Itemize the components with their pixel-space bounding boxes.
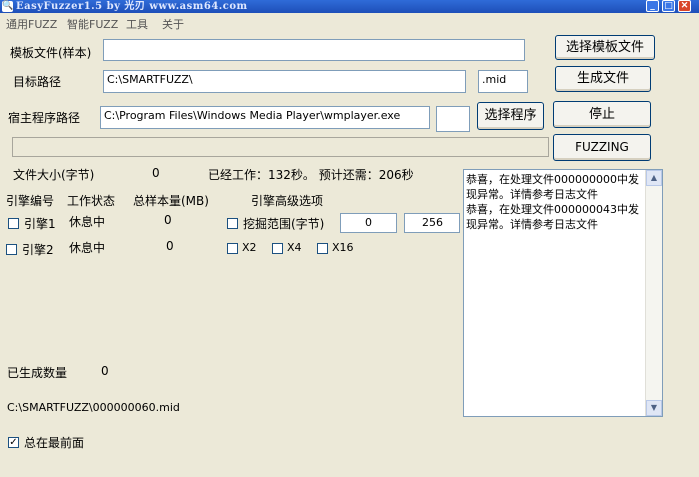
log-output[interactable]: 恭喜，在处理文件000000000中发 现异常。详情参考日志文件 恭喜，在处理文…	[463, 169, 663, 417]
engine2-label: 引擎2	[22, 243, 54, 257]
log-scrollbar[interactable]: ▲ ▼	[645, 170, 662, 416]
generated-count-value: 0	[101, 364, 109, 378]
current-file-path: C:\SMARTFUZZ\000000060.mid	[7, 401, 180, 414]
always-on-top-label: 总在最前面	[24, 436, 85, 450]
range-from-input[interactable]: 0	[340, 213, 397, 233]
engine1-status: 休息中	[69, 215, 106, 229]
engine-status-header: 工作状态	[67, 194, 116, 208]
minimize-button[interactable]: _	[646, 0, 659, 12]
engine1-count: 0	[164, 213, 172, 227]
menu-tools[interactable]: 工具	[126, 16, 148, 32]
stop-button[interactable]: 停止	[553, 101, 651, 128]
file-size-value: 0	[152, 166, 160, 180]
generated-count-label: 已生成数量	[7, 366, 68, 380]
x16-label: X16	[332, 241, 354, 254]
target-path-input[interactable]: C:\SMARTFUZZ\	[103, 70, 466, 93]
select-program-button[interactable]: 选择程序	[477, 102, 544, 130]
work-time-status: 已经工作：132秒。 预计还需：206秒	[208, 168, 414, 182]
host-program-label: 宿主程序路径	[8, 111, 81, 125]
engine2-status: 休息中	[69, 241, 106, 255]
progress-bar	[12, 137, 549, 157]
x16-checkbox[interactable]	[317, 243, 328, 254]
template-label: 模板文件(样本)	[10, 46, 92, 60]
title-bar: 🔍 EasyFuzzer1.5 by 光刃 www.asm64.com _ □ …	[0, 0, 699, 13]
scroll-up-icon[interactable]: ▲	[646, 170, 662, 186]
file-size-label: 文件大小(字节)	[13, 168, 95, 182]
range-checkbox[interactable]	[227, 218, 238, 229]
fuzzing-button[interactable]: FUZZING	[553, 134, 651, 161]
generate-file-button[interactable]: 生成文件	[555, 66, 651, 92]
x4-label: X4	[287, 241, 302, 254]
host-program-input[interactable]: C:\Program Files\Windows Media Player\wm…	[100, 106, 430, 129]
sample-total-header: 总样本量(MB)	[133, 194, 209, 208]
always-on-top-checkbox[interactable]: ✓	[8, 437, 19, 448]
x2-checkbox[interactable]	[227, 243, 238, 254]
scroll-down-icon[interactable]: ▼	[646, 400, 662, 416]
range-to-input[interactable]: 256	[404, 213, 460, 233]
engine2-count: 0	[166, 239, 174, 253]
menu-smart-fuzz[interactable]: 智能FUZZ	[67, 16, 118, 32]
window-right-edge	[663, 14, 699, 477]
window-title: EasyFuzzer1.5 by 光刃 www.asm64.com	[16, 1, 248, 12]
menu-general-fuzz[interactable]: 通用FUZZ	[6, 16, 57, 32]
engine-advanced-header: 引擎高级选项	[251, 194, 324, 208]
log-text: 恭喜，在处理文件000000000中发 现异常。详情参考日志文件 恭喜，在处理文…	[466, 172, 646, 232]
menu-bar: 通用FUZZ 智能FUZZ 工具 关于	[0, 14, 699, 32]
engine1-checkbox[interactable]	[8, 218, 19, 229]
select-template-button[interactable]: 选择模板文件	[555, 35, 655, 60]
extension-input[interactable]: .mid	[478, 70, 528, 93]
log-line: 恭喜，在处理文件000000000中发	[466, 173, 639, 186]
menu-about[interactable]: 关于	[162, 16, 184, 32]
target-path-label: 目标路径	[13, 75, 62, 89]
range-label: 挖掘范围(字节)	[243, 217, 325, 231]
host-extra-input[interactable]	[436, 106, 470, 132]
app-icon: 🔍	[2, 1, 14, 12]
log-line: 现异常。详情参考日志文件	[466, 188, 598, 201]
template-input[interactable]	[103, 39, 525, 61]
engine2-checkbox[interactable]	[6, 244, 17, 255]
x4-checkbox[interactable]	[272, 243, 283, 254]
maximize-button[interactable]: □	[662, 0, 675, 12]
close-button[interactable]: ✕	[678, 0, 691, 12]
x2-label: X2	[242, 241, 257, 254]
engine-id-header: 引擎编号	[6, 194, 55, 208]
log-line: 恭喜，在处理文件000000043中发	[466, 203, 639, 216]
log-line: 现异常。详情参考日志文件	[466, 218, 598, 231]
engine1-label: 引擎1	[24, 217, 56, 231]
